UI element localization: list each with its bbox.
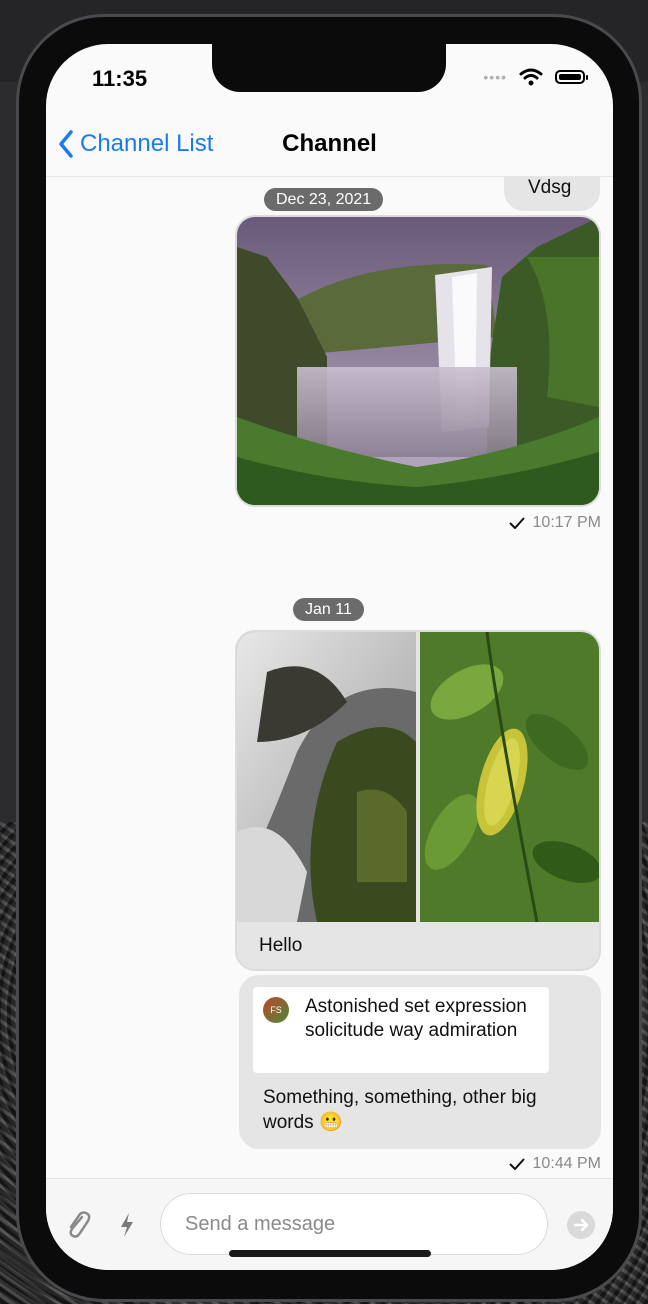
message-bubble-prev[interactable]: Vdsg — [504, 177, 600, 211]
message-bubble-reply[interactable]: FS Astonished set expression solicitude … — [239, 975, 601, 1149]
message-bubble-images[interactable]: Hello — [235, 630, 601, 971]
message-text: Vdsg — [528, 177, 572, 198]
checkmark-icon — [508, 1158, 525, 1170]
message-timestamp: 10:44 PM — [532, 1155, 601, 1172]
signal-dots-icon: •••• — [483, 69, 507, 85]
message-input-container[interactable] — [160, 1193, 548, 1255]
lightning-icon[interactable] — [118, 1211, 136, 1239]
image-gallery — [237, 632, 599, 922]
page-title: Channel — [46, 130, 613, 158]
paperclip-icon[interactable] — [64, 1209, 92, 1241]
waterfall-image — [237, 217, 599, 505]
send-icon[interactable] — [566, 1210, 596, 1240]
wifi-icon — [519, 68, 543, 86]
home-indicator — [229, 1250, 431, 1257]
message-meta: 10:17 PM — [508, 514, 601, 532]
quoted-message[interactable]: FS Astonished set expression solicitude … — [253, 987, 549, 1073]
avatar: FS — [263, 997, 289, 1023]
date-separator: Jan 11 — [293, 598, 364, 621]
image-attachment-waterfall[interactable] — [235, 215, 601, 507]
date-separator: Dec 23, 2021 — [264, 188, 384, 211]
channel-title: Channel — [282, 130, 377, 157]
message-meta: 10:44 PM — [508, 1155, 601, 1173]
phone-screen: 11:35 •••• Channel List Channel Vdsg Dec… — [46, 44, 613, 1270]
message-text: Something, something, other big words 😬 — [263, 1087, 537, 1133]
battery-icon — [555, 70, 588, 84]
message-timestamp: 10:17 PM — [532, 514, 601, 531]
message-input[interactable] — [183, 1194, 527, 1254]
message-list[interactable]: Vdsg Dec 23, 2021 10:17 PM Jan 11 Hello … — [46, 177, 613, 1177]
message-text: Hello — [259, 935, 303, 956]
notch — [212, 44, 446, 92]
status-time: 11:35 — [92, 66, 148, 91]
navigation-bar: Channel List Channel — [46, 114, 613, 177]
status-icons: •••• — [483, 68, 588, 86]
quoted-message-text: Astonished set expression solicitude way… — [305, 996, 527, 1041]
checkmark-icon — [508, 517, 525, 529]
